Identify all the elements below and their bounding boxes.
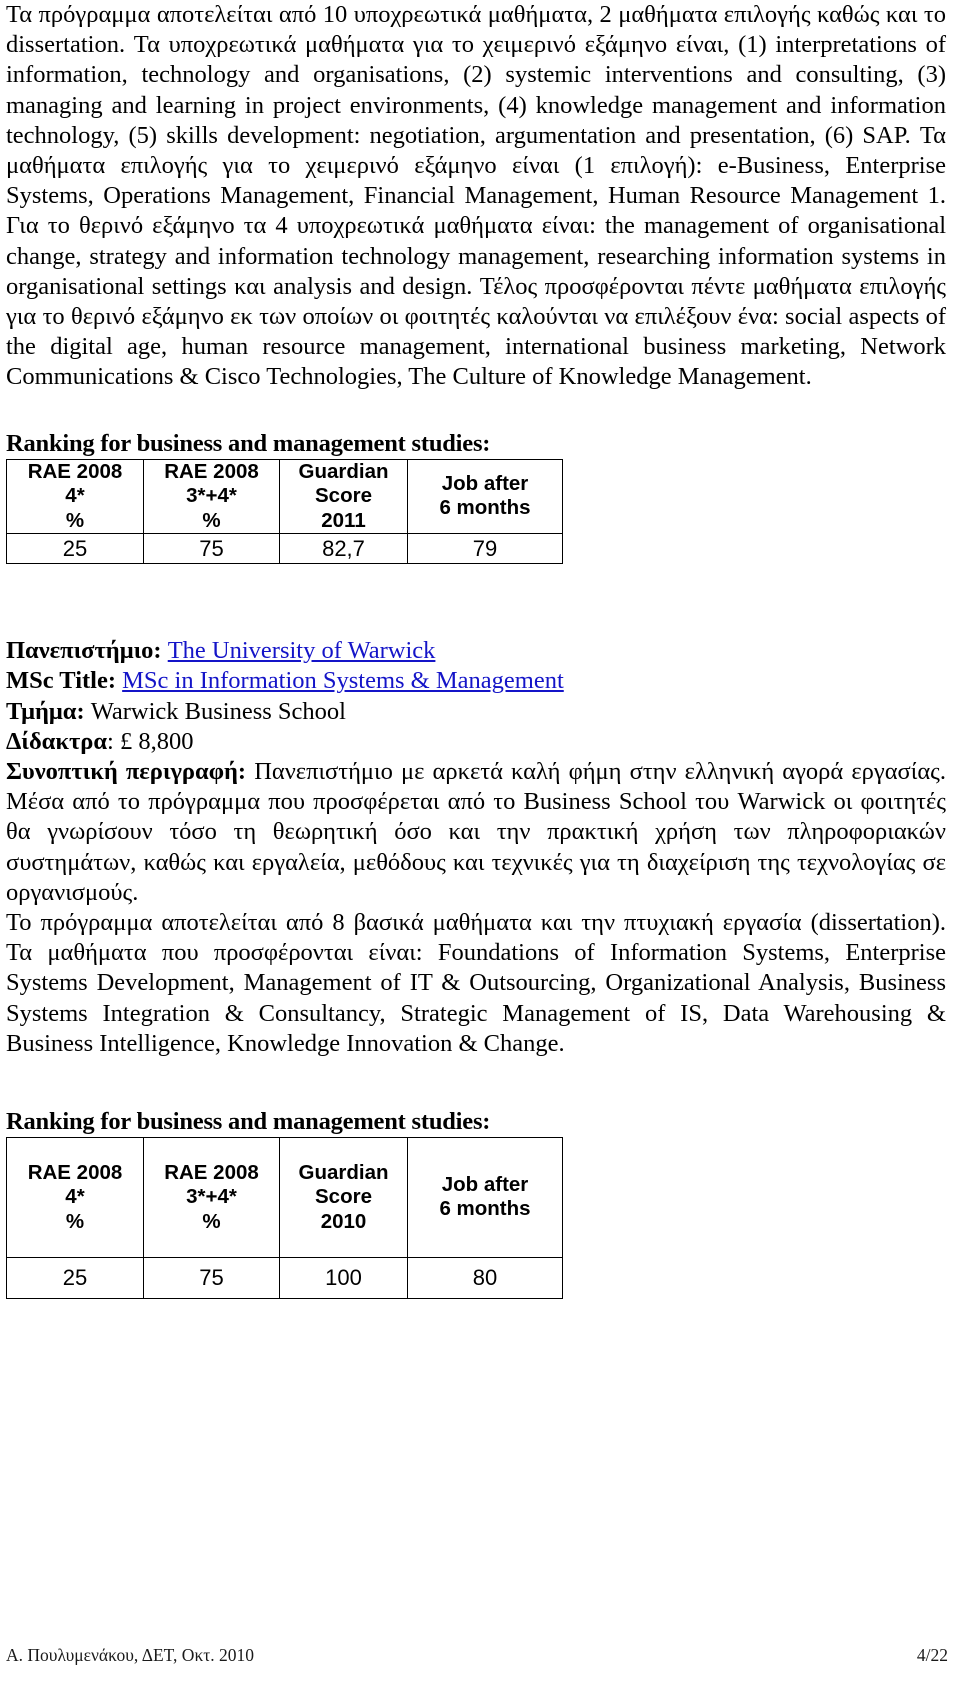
footer-author: Α. Πουλυμενάκου, ΔΕΤ, Οκτ. 2010	[6, 1645, 255, 1665]
header-cell-rae-4star: RAE 2008 4* %	[6, 458, 144, 535]
header-line: %	[65, 508, 85, 532]
intro-paragraph: Τα πρόγραμμα αποτελείται από 10 υποχρεωτ…	[6, 1, 946, 391]
value-cell-guardian-score: 82,7	[279, 533, 408, 565]
page-footer: Α. Πουλυμενάκου, ΔΕΤ, Οκτ. 2010 4/22	[6, 1645, 948, 1666]
header-line: Score	[315, 1185, 372, 1209]
header-line: Job after	[441, 1172, 529, 1196]
header-line: 6 months	[439, 1197, 531, 1221]
header-line: %	[202, 1209, 221, 1233]
header-line: 3*+4*	[186, 484, 237, 508]
header-line: 6 months	[439, 496, 531, 520]
ranking-heading-2: Ranking for business and management stud…	[6, 1107, 491, 1135]
summary-label: Συνοπτική περιγραφή:	[6, 757, 247, 785]
ranking-table-2: RAE 2008 4* % RAE 2008 3*+4* % Guardian …	[6, 1136, 563, 1299]
header-cell-rae-3star4star: RAE 2008 3*+4* %	[143, 1136, 280, 1258]
department-value: Warwick Business School	[90, 697, 346, 725]
header-cell-rae-4star: RAE 2008 4* %	[6, 1136, 144, 1258]
header-line: RAE 2008	[27, 459, 123, 483]
page-content: Τα πρόγραμμα αποτελείται από 10 υποχρεωτ…	[6, 0, 946, 1299]
university-line: Πανεπιστήμιο: The University of Warwick	[6, 636, 946, 666]
header-cell-guardian-score: Guardian Score 2011	[279, 458, 408, 535]
value-cell-rae-4star: 25	[6, 533, 144, 565]
value-cell-rae-3star4star: 75	[143, 1256, 280, 1299]
university-link[interactable]: The University of Warwick	[168, 637, 436, 664]
summary-paragraph: Συνοπτική περιγραφή: Πανεπιστήμιο με αρκ…	[6, 757, 946, 908]
table-row: 25 75 82,7 79	[6, 533, 563, 565]
value-cell-rae-3star4star: 75	[143, 533, 280, 565]
header-line: 2010	[320, 1209, 367, 1233]
ranking-heading-1: Ranking for business and management stud…	[6, 429, 491, 457]
header-line: %	[202, 508, 221, 532]
header-line: RAE 2008	[164, 459, 259, 483]
header-line: Score	[315, 484, 372, 508]
header-cell-rae-3star4star: RAE 2008 3*+4* %	[143, 458, 280, 535]
document-page: Τα πρόγραμμα αποτελείται από 10 υποχρεωτ…	[0, 0, 960, 1682]
header-line: RAE 2008	[164, 1160, 259, 1184]
header-line: 4*	[65, 484, 85, 508]
header-line: 3*+4*	[186, 1185, 237, 1209]
department-label: Τμήμα:	[6, 697, 85, 725]
header-line: 2011	[321, 508, 366, 532]
msc-title-line: MSc Title: MSc in Information Systems & …	[6, 666, 946, 696]
header-line: %	[65, 1209, 85, 1233]
header-line: RAE 2008	[27, 1160, 123, 1184]
ranking-table-1: RAE 2008 4* % RAE 2008 3*+4* % Guardian …	[6, 458, 563, 565]
header-cell-job-after: Job after 6 months	[407, 458, 563, 535]
value-cell-rae-4star: 25	[6, 1256, 144, 1299]
header-cell-guardian-score: Guardian Score 2010	[279, 1136, 408, 1258]
value-cell-job-after: 79	[407, 533, 563, 565]
value-cell-job-after: 80	[407, 1256, 563, 1299]
msc-title-label: MSc Title:	[6, 667, 117, 695]
header-cell-job-after: Job after 6 months	[407, 1136, 563, 1258]
header-line: Guardian	[298, 1160, 389, 1184]
header-line: Guardian	[298, 459, 389, 483]
header-line: Job after	[441, 471, 529, 495]
table-row: 25 75 100 80	[6, 1256, 563, 1299]
table-header-row: RAE 2008 4* % RAE 2008 3*+4* % Guardian …	[6, 458, 563, 535]
university-label: Πανεπιστήμιο:	[6, 637, 162, 665]
tuition-line: Δίδακτρα: £ 8,800	[6, 727, 946, 757]
tuition-value: : £ 8,800	[107, 727, 194, 755]
msc-title-link[interactable]: MSc in Information Systems & Management	[122, 667, 564, 694]
value-cell-guardian-score: 100	[279, 1256, 408, 1299]
header-line: 4*	[65, 1185, 85, 1209]
page-number: 4/22	[916, 1645, 948, 1665]
programme-paragraph: Το πρόγραμμα αποτελείται από 8 βασικά μα…	[6, 908, 946, 1057]
department-line: Τμήμα: Warwick Business School	[6, 697, 946, 727]
table-header-row: RAE 2008 4* % RAE 2008 3*+4* % Guardian …	[6, 1136, 563, 1258]
tuition-label: Δίδακτρα	[6, 727, 108, 755]
